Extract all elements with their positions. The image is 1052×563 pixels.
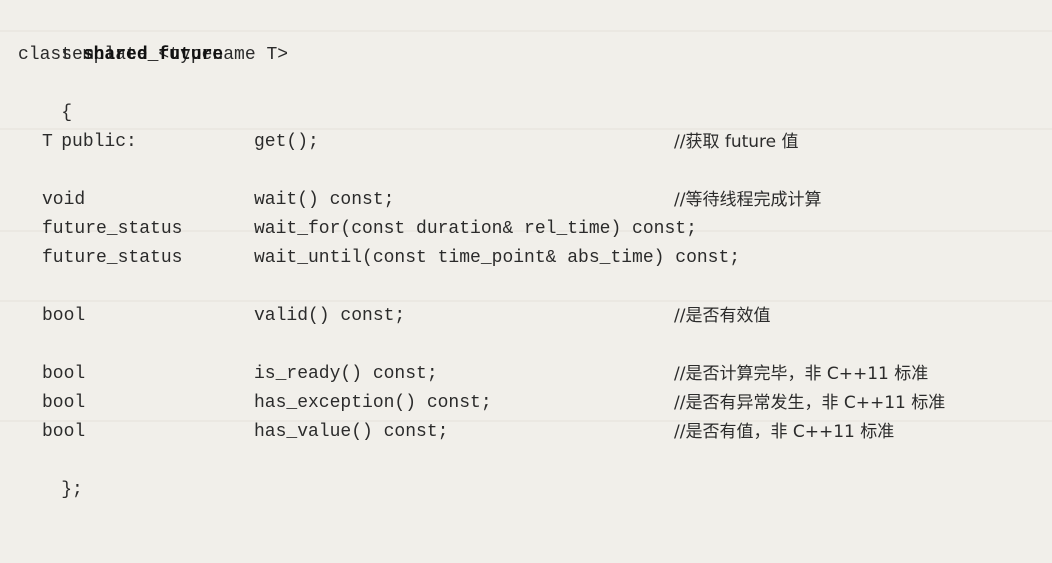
member-signature: has_exception() const; <box>254 393 492 413</box>
class-name: shared_future <box>82 45 224 65</box>
member-signature: wait_until(const time_point& abs_time) c… <box>254 248 741 268</box>
member-type: bool <box>42 393 86 413</box>
member-line: bool is_ready() const; //是否计算完毕，非 C++11 … <box>18 360 1052 389</box>
member-line: bool valid() const; //是否有效值 <box>18 302 1052 331</box>
member-line: bool has_value() const; //是否有值，非 C++11 标… <box>18 418 1052 447</box>
member-signature: valid() const; <box>254 306 406 326</box>
member-comment: //是否计算完毕，非 C++11 标准 <box>674 364 929 384</box>
member-line: bool has_exception() const; //是否有异常发生，非 … <box>18 389 1052 418</box>
member-type: future_status <box>42 248 183 268</box>
close-brace: }; <box>61 480 83 500</box>
member-type: future_status <box>42 219 183 239</box>
member-type: bool <box>42 306 86 326</box>
open-brace-line: { <box>18 70 1052 123</box>
member-comment: //获取 future 值 <box>674 132 799 152</box>
member-comment: //是否有值，非 C++11 标准 <box>674 422 895 442</box>
member-signature: wait_for(const duration& rel_time) const… <box>254 219 697 239</box>
code-listing: template <typename T> class shared_futur… <box>18 12 1052 500</box>
access-specifier-line: public: <box>18 99 1052 152</box>
member-signature: wait() const; <box>254 190 395 210</box>
class-keyword: class <box>18 45 83 65</box>
member-signature: get(); <box>254 132 319 152</box>
template-declaration: template <typename T> <box>18 12 1052 65</box>
member-signature: is_ready() const; <box>254 364 438 384</box>
member-line: void wait() const; //等待线程完成计算 <box>18 186 1052 215</box>
member-type: bool <box>42 422 86 442</box>
member-line: T get(); //获取 future 值 <box>18 128 1052 157</box>
class-declaration: class shared_future <box>18 41 1052 70</box>
member-type: bool <box>42 364 86 384</box>
member-type: void <box>42 190 86 210</box>
close-brace-line: }; <box>18 447 1052 500</box>
member-line: future_status wait_for(const duration& r… <box>18 215 1052 244</box>
member-line: future_status wait_until(const time_poin… <box>18 244 1052 273</box>
member-comment: //等待线程完成计算 <box>674 190 822 210</box>
member-comment: //是否有效值 <box>674 306 771 326</box>
member-comment: //是否有异常发生，非 C++11 标准 <box>674 393 946 413</box>
member-signature: has_value() const; <box>254 422 449 442</box>
member-type: T <box>42 132 53 152</box>
